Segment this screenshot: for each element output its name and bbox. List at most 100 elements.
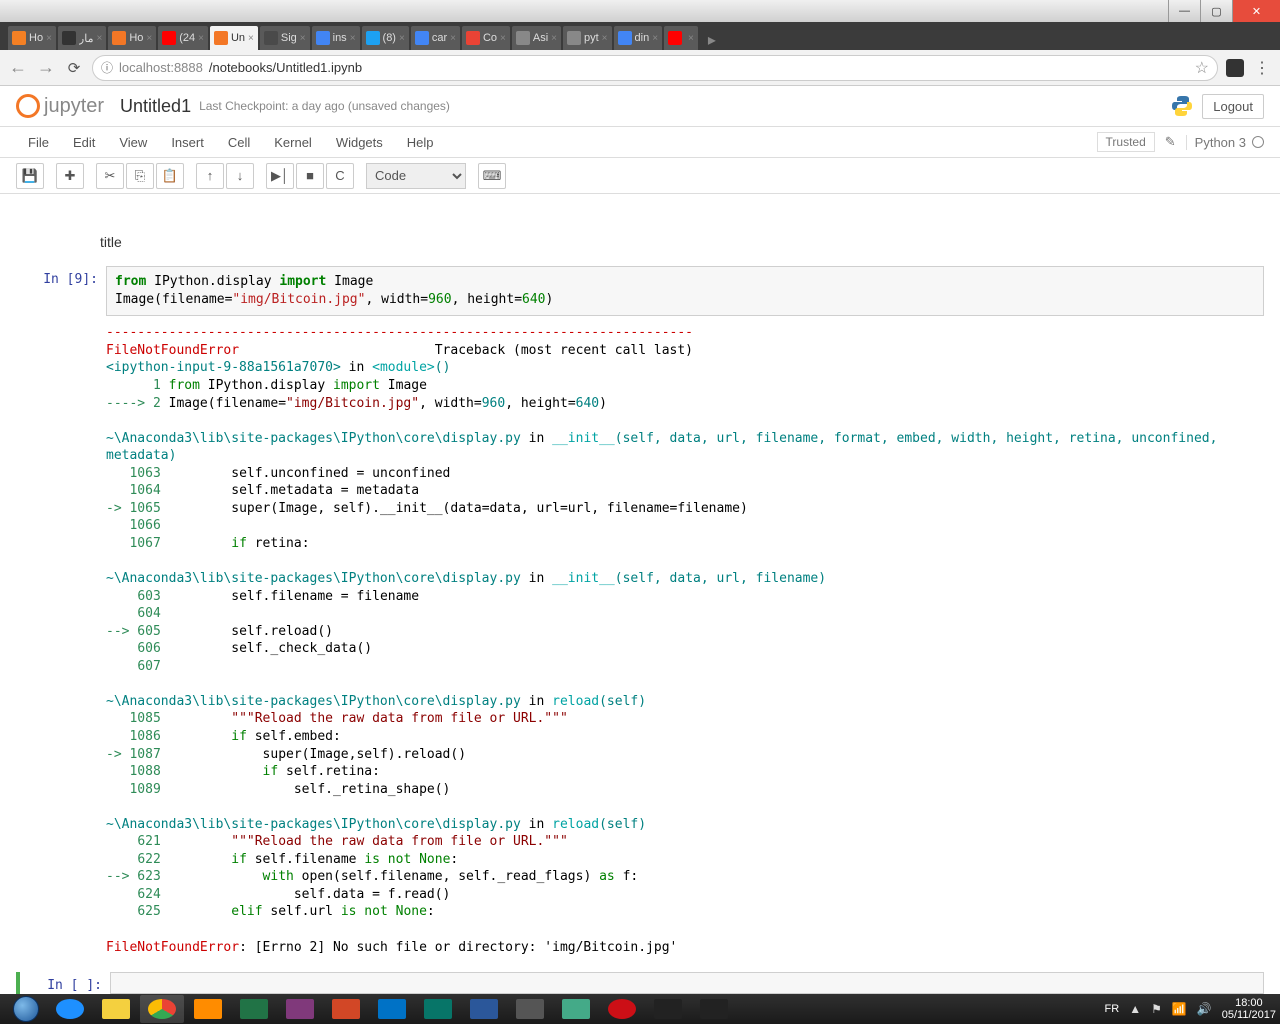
restart-button[interactable]: C bbox=[326, 163, 354, 189]
browser-tab[interactable]: ins× bbox=[312, 26, 360, 50]
tray-flag-icon[interactable]: ⚑ bbox=[1151, 1002, 1162, 1016]
taskbar-outlook-icon[interactable] bbox=[370, 995, 414, 1023]
trusted-indicator[interactable]: Trusted bbox=[1097, 132, 1155, 152]
taskbar-excel-icon[interactable] bbox=[232, 995, 276, 1023]
tab-close-icon[interactable]: × bbox=[146, 33, 152, 44]
paste-button[interactable]: 📋 bbox=[156, 163, 184, 189]
taskbar-opera-icon[interactable] bbox=[600, 995, 644, 1023]
command-palette-button[interactable]: ⌨ bbox=[478, 163, 506, 189]
tray-volume-icon[interactable]: 🔊 bbox=[1197, 1002, 1212, 1016]
forward-button[interactable]: → bbox=[36, 57, 56, 78]
taskbar-app-icon[interactable] bbox=[554, 995, 598, 1023]
markdown-cell[interactable]: title bbox=[16, 214, 1264, 250]
favicon-icon bbox=[668, 31, 682, 45]
browser-tab[interactable]: Ho× bbox=[108, 26, 156, 50]
browser-tab[interactable]: (8)× bbox=[362, 26, 409, 50]
menu-kernel[interactable]: Kernel bbox=[262, 135, 324, 150]
taskbar-onenote-icon[interactable] bbox=[278, 995, 322, 1023]
taskbar-media-icon[interactable] bbox=[186, 995, 230, 1023]
browser-tab[interactable]: din× bbox=[614, 26, 663, 50]
taskbar-powerpoint-icon[interactable] bbox=[324, 995, 368, 1023]
back-button[interactable]: ← bbox=[8, 57, 28, 78]
code-input[interactable]: from IPython.display import Image Image(… bbox=[106, 266, 1264, 316]
kernel-indicator[interactable]: Python 3 bbox=[1186, 135, 1264, 150]
browser-tab[interactable]: car× bbox=[411, 26, 460, 50]
url-input[interactable]: ⓘ localhost:8888/notebooks/Untitled1.ipy… bbox=[92, 55, 1218, 81]
browser-tab[interactable]: مار× bbox=[58, 26, 106, 50]
tab-close-icon[interactable]: × bbox=[248, 33, 254, 44]
taskbar-app-icon[interactable] bbox=[508, 995, 552, 1023]
save-button[interactable]: 💾 bbox=[16, 163, 44, 189]
copy-button[interactable]: ⎘ bbox=[126, 163, 154, 189]
tab-close-icon[interactable]: × bbox=[602, 33, 608, 44]
taskbar-ie-icon[interactable] bbox=[48, 995, 92, 1023]
tab-close-icon[interactable]: × bbox=[46, 33, 52, 44]
tab-close-icon[interactable]: × bbox=[500, 33, 506, 44]
tab-close-icon[interactable]: × bbox=[652, 33, 658, 44]
taskbar-explorer-icon[interactable] bbox=[94, 995, 138, 1023]
menu-widgets[interactable]: Widgets bbox=[324, 135, 395, 150]
tab-close-icon[interactable]: × bbox=[688, 33, 694, 44]
stop-button[interactable]: ■ bbox=[296, 163, 324, 189]
taskbar-cmd-icon[interactable] bbox=[646, 995, 690, 1023]
edit-icon[interactable]: ✎ bbox=[1165, 134, 1176, 150]
browser-tab[interactable]: Sig× bbox=[260, 26, 310, 50]
tray-clock[interactable]: 18:00 05/11/2017 bbox=[1222, 997, 1276, 1021]
menu-view[interactable]: View bbox=[107, 135, 159, 150]
code-cell[interactable]: In [9]: from IPython.display import Imag… bbox=[16, 266, 1264, 956]
move-up-button[interactable]: ↑ bbox=[196, 163, 224, 189]
move-down-button[interactable]: ↓ bbox=[226, 163, 254, 189]
browser-tab[interactable]: (24× bbox=[158, 26, 208, 50]
tray-lang[interactable]: FR bbox=[1105, 1003, 1120, 1015]
cut-button[interactable]: ✂ bbox=[96, 163, 124, 189]
markdown-content: title bbox=[16, 214, 1264, 250]
browser-tab[interactable]: Co× bbox=[462, 26, 510, 50]
extension-icon[interactable] bbox=[1226, 59, 1244, 77]
new-tab-button[interactable]: ▸ bbox=[700, 30, 724, 50]
minimize-button[interactable]: — bbox=[1168, 0, 1200, 22]
tray-network-icon[interactable]: 📶 bbox=[1172, 1002, 1187, 1016]
tab-close-icon[interactable]: × bbox=[350, 33, 356, 44]
taskbar-cmd-icon[interactable] bbox=[692, 995, 736, 1023]
reload-button[interactable]: ⟳ bbox=[64, 59, 84, 77]
taskbar-chrome-icon[interactable] bbox=[140, 995, 184, 1023]
menu-insert[interactable]: Insert bbox=[159, 135, 216, 150]
notebook-title[interactable]: Untitled1 bbox=[120, 96, 191, 117]
favicon-icon bbox=[264, 31, 278, 45]
maximize-button[interactable]: ▢ bbox=[1200, 0, 1232, 22]
browser-menu-icon[interactable]: ⋮ bbox=[1252, 58, 1272, 78]
tab-label: مار bbox=[79, 32, 94, 45]
bookmark-icon[interactable]: ☆ bbox=[1195, 58, 1209, 78]
cell-prompt: In [ ]: bbox=[20, 972, 110, 994]
close-button[interactable]: ✕ bbox=[1232, 0, 1280, 22]
browser-tab[interactable]: Asi× bbox=[512, 26, 561, 50]
run-button[interactable]: ▶│ bbox=[266, 163, 294, 189]
tab-close-icon[interactable]: × bbox=[450, 33, 456, 44]
tab-label: pyt bbox=[584, 32, 599, 44]
start-button[interactable] bbox=[6, 995, 46, 1023]
tab-close-icon[interactable]: × bbox=[551, 33, 557, 44]
favicon-icon bbox=[366, 31, 380, 45]
jupyter-logo[interactable]: jupyter bbox=[16, 94, 104, 118]
browser-tab[interactable]: Ho× bbox=[8, 26, 56, 50]
menu-cell[interactable]: Cell bbox=[216, 135, 262, 150]
tab-label: Ho bbox=[129, 32, 143, 44]
taskbar-publisher-icon[interactable] bbox=[416, 995, 460, 1023]
tab-close-icon[interactable]: × bbox=[96, 33, 102, 44]
tab-close-icon[interactable]: × bbox=[198, 33, 204, 44]
tab-close-icon[interactable]: × bbox=[399, 33, 405, 44]
browser-tab[interactable]: Un× bbox=[210, 26, 258, 50]
tab-close-icon[interactable]: × bbox=[300, 33, 306, 44]
menu-help[interactable]: Help bbox=[395, 135, 446, 150]
browser-tab[interactable]: pyt× bbox=[563, 26, 612, 50]
menu-file[interactable]: File bbox=[16, 135, 61, 150]
code-cell-empty[interactable]: In [ ]: bbox=[16, 972, 1264, 994]
browser-tab[interactable]: × bbox=[664, 26, 698, 50]
tray-up-icon[interactable]: ▲ bbox=[1129, 1002, 1141, 1016]
logout-button[interactable]: Logout bbox=[1202, 94, 1264, 119]
cell-type-select[interactable]: Code bbox=[366, 163, 466, 189]
add-cell-button[interactable]: ✚ bbox=[56, 163, 84, 189]
taskbar-word-icon[interactable] bbox=[462, 995, 506, 1023]
code-input[interactable] bbox=[110, 972, 1264, 994]
menu-edit[interactable]: Edit bbox=[61, 135, 107, 150]
